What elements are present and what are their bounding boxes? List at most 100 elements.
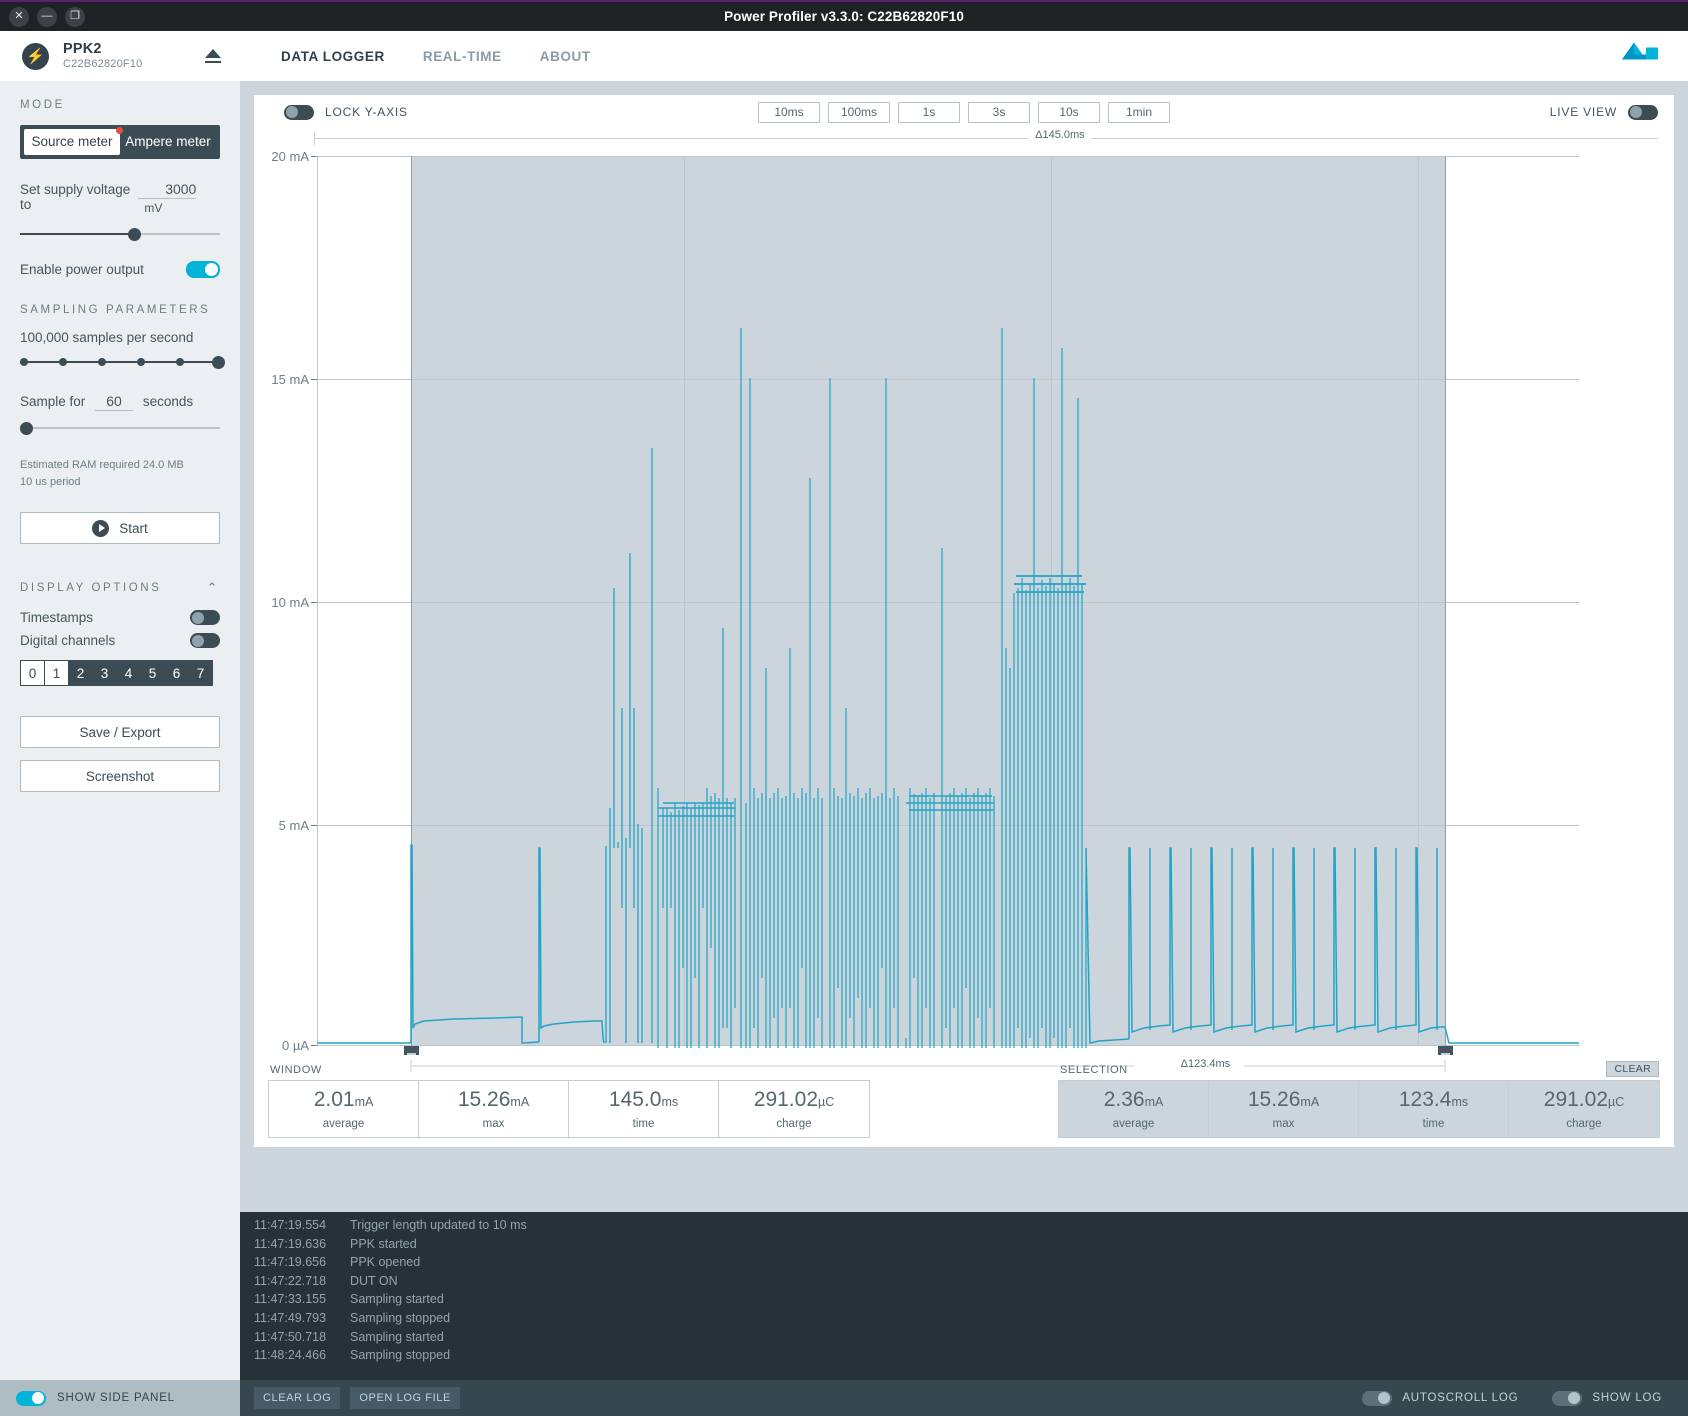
timestamps-label: Timestamps [20, 610, 94, 625]
selection-charge-sub: charge [1566, 1117, 1602, 1130]
start-button[interactable]: Start [20, 512, 220, 544]
sample-for-suffix: seconds [142, 394, 194, 409]
window-max-sub: max [482, 1117, 505, 1130]
timespan-button-10s[interactable]: 10s [1038, 101, 1100, 123]
timestamps-toggle[interactable] [190, 610, 220, 625]
nordic-logo-icon [1620, 39, 1662, 74]
start-button-label: Start [119, 520, 148, 536]
selection-handle-left [404, 1046, 419, 1055]
open-log-file-button[interactable]: OPEN LOG FILE [350, 1387, 460, 1409]
mode-heading: MODE [20, 99, 65, 111]
nav-tabs: DATA LOGGER REAL-TIME ABOUT [262, 31, 610, 81]
tab-about[interactable]: ABOUT [521, 31, 610, 81]
window-max-unit: mA [510, 1094, 530, 1109]
timespan-button-10ms[interactable]: 10ms [758, 101, 820, 123]
chart-panel: LOCK Y-AXIS 10ms 100ms 1s 3s 10s 1min LI… [240, 81, 1688, 1319]
sample-duration-slider[interactable] [20, 419, 220, 437]
window-time-unit: ms [661, 1094, 679, 1109]
digital-channel-buttons: 0 1 2 3 4 5 6 7 [20, 660, 220, 686]
samples-per-second-label: 100,000 samples per second [20, 330, 194, 345]
timespan-button-1s[interactable]: 1s [898, 101, 960, 123]
log-message: Sampling stopped [350, 1310, 451, 1325]
mode-option-ampere-meter[interactable]: Ampere meter [120, 129, 216, 155]
log-panel[interactable]: 11:47:19.554 Trigger length updated to 10… [240, 1212, 1688, 1380]
timespan-button-100ms[interactable]: 100ms [828, 101, 890, 123]
log-row: 11:47:50.718 Sampling started [240, 1328, 1688, 1347]
channel-button-1[interactable]: 1 [44, 660, 69, 686]
device-brand: ⚡ PPK2 C22B62820F10 [0, 41, 240, 70]
autoscroll-log-toggle[interactable] [1362, 1390, 1393, 1406]
screenshot-button[interactable]: Screenshot [20, 760, 220, 792]
chevron-up-icon[interactable]: ⌃ [207, 580, 221, 596]
channel-button-5[interactable]: 5 [140, 660, 165, 686]
supply-voltage-slider[interactable] [20, 225, 220, 243]
selection-charge-value: 291.02 [1543, 1087, 1608, 1111]
log-row: 11:47:33.155 Sampling started [240, 1290, 1688, 1309]
window-stat-max: 15.26mA max [419, 1081, 569, 1137]
live-view-control[interactable]: LIVE VIEW [1550, 104, 1658, 120]
sample-duration-input[interactable] [95, 393, 134, 411]
device-name: PPK2 [63, 41, 102, 58]
window-charge-sub: charge [776, 1117, 812, 1130]
window-max-value: 15.26 [457, 1087, 511, 1111]
channel-button-4[interactable]: 4 [116, 660, 141, 686]
stats-row: WINDOW 2.01mA average 15.26mA max 145.0m… [254, 1061, 1674, 1150]
log-timestamp: 11:47:22.718 [254, 1273, 327, 1288]
show-log-label: SHOW LOG [1592, 1392, 1662, 1404]
save-export-button[interactable]: Save / Export [20, 716, 220, 748]
show-side-panel-toggle[interactable] [16, 1390, 46, 1406]
sample-rate-slider[interactable] [20, 353, 225, 371]
channel-button-3[interactable]: 3 [92, 660, 117, 686]
log-timestamp: 11:47:19.554 [254, 1218, 327, 1232]
window-average-sub: average [322, 1117, 365, 1130]
window-charge-value: 291.02 [753, 1087, 818, 1111]
enable-power-output-row: Enable power output [20, 261, 220, 278]
live-view-toggle[interactable] [1628, 104, 1658, 120]
log-timestamp: 11:48:24.466 [254, 1348, 327, 1363]
channel-button-2[interactable]: 2 [68, 660, 93, 686]
ram-hint-line-1: Estimated RAM required 24.0 MB [20, 459, 184, 471]
log-timestamp: 11:47:19.656 [254, 1255, 327, 1270]
window-stats-group: WINDOW 2.01mA average 15.26mA max 145.0m… [268, 1064, 870, 1150]
sampling-parameters-heading: SAMPLING PARAMETERS [20, 304, 211, 316]
minimize-icon[interactable]: — [37, 6, 57, 27]
enable-power-output-toggle[interactable] [186, 261, 220, 278]
log-timestamp: 11:47:50.718 [254, 1329, 327, 1344]
channel-button-7[interactable]: 7 [188, 660, 213, 686]
show-log-toggle[interactable] [1552, 1390, 1583, 1406]
mode-option-source-meter[interactable]: Source meter [24, 127, 123, 155]
tab-real-time[interactable]: REAL-TIME [404, 31, 521, 81]
current-plot[interactable]: 20 mA 15 mA 10 mA 5 mA 0 µA [254, 148, 1674, 1055]
timespan-button-1min[interactable]: 1min [1108, 101, 1170, 123]
supply-voltage-row: Set supply voltage to mV [20, 181, 220, 217]
chart-toolbar: LOCK Y-AXIS 10ms 100ms 1s 3s 10s 1min LI… [254, 95, 1674, 129]
channel-button-6[interactable]: 6 [164, 660, 189, 686]
clear-log-button[interactable]: CLEAR LOG [254, 1387, 341, 1409]
selection-delta-label: Δ123.4ms [1174, 1058, 1237, 1070]
lock-y-axis-control[interactable]: LOCK Y-AXIS [284, 104, 408, 120]
channel-button-0[interactable]: 0 [20, 660, 45, 686]
display-options-header[interactable]: DISPLAY OPTIONS ⌃ [20, 580, 220, 596]
maximize-icon[interactable]: ❐ [65, 6, 85, 27]
show-side-panel-control[interactable]: SHOW SIDE PANEL [0, 1380, 240, 1416]
eject-icon[interactable] [202, 45, 224, 67]
log-message: DUT ON [350, 1273, 398, 1288]
digital-channels-row: Digital channels [20, 633, 220, 648]
tab-data-logger[interactable]: DATA LOGGER [262, 31, 404, 81]
window-charge-unit: µC [818, 1094, 835, 1109]
supply-voltage-input[interactable] [138, 181, 197, 199]
autoscroll-log-label: AUTOSCROLL LOG [1402, 1392, 1519, 1404]
window-time-value: 145.0 [608, 1087, 662, 1111]
close-icon[interactable]: ✕ [9, 6, 29, 27]
selection-stat-time: 123.4ms time [1359, 1081, 1509, 1137]
timespan-button-3s[interactable]: 3s [968, 101, 1030, 123]
digital-channels-toggle[interactable] [190, 633, 220, 648]
clear-selection-button[interactable]: CLEAR [1606, 1061, 1659, 1077]
selection-time-value: 123.4 [1398, 1087, 1452, 1111]
selection-handle-right [1438, 1046, 1453, 1055]
lock-y-axis-toggle[interactable] [284, 104, 314, 120]
log-row: 11:48:24.466 Sampling stopped [240, 1346, 1688, 1365]
lock-y-axis-label: LOCK Y-AXIS [325, 105, 408, 119]
app-header: ⚡ PPK2 C22B62820F10 DATA LOGGER REAL-TIM… [0, 31, 1688, 81]
window-delta-ruler: Δ145.0ms [314, 129, 1658, 148]
